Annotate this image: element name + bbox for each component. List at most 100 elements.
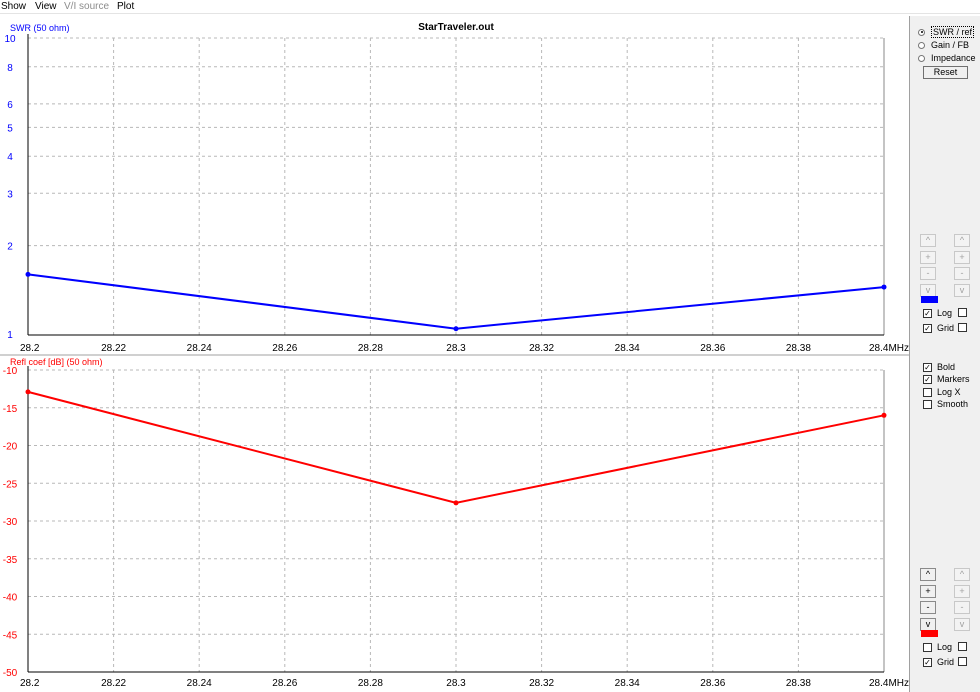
option-checkbox[interactable] bbox=[923, 387, 932, 397]
x-tick-label: 28.3 bbox=[446, 678, 466, 689]
log-label: Log bbox=[937, 308, 953, 318]
option-label: Markers bbox=[937, 374, 970, 384]
y-tick-label: 4 bbox=[7, 152, 13, 163]
bottom-right-zoom-in-button[interactable]: + bbox=[954, 585, 970, 598]
radio-impedance[interactable]: Impedance bbox=[918, 52, 976, 64]
option-label: Log X bbox=[937, 387, 961, 397]
x-tick-label: 28.22 bbox=[101, 678, 126, 689]
radio-label: SWR / ref bbox=[931, 26, 975, 38]
y-axis-title: SWR (50 ohm) bbox=[10, 23, 70, 33]
chart-swr: 28.2 28.22 28.24 28.26 28.28 28.3 28.32 28.34 28… bbox=[4, 22, 909, 354]
top-scroll-up-button[interactable]: ^ bbox=[920, 234, 936, 247]
y-tick-label: -25 bbox=[3, 479, 18, 490]
x-tick-label: 28.34 bbox=[615, 343, 640, 354]
radio-button[interactable] bbox=[918, 41, 925, 49]
bottom-zoom-in-button[interactable]: + bbox=[920, 585, 936, 598]
y-tick-label: 8 bbox=[7, 63, 13, 74]
log-label: Log bbox=[937, 642, 953, 652]
top-right-scroll-down-button[interactable]: v bbox=[954, 284, 970, 297]
x-tick-label: 28.28 bbox=[358, 343, 383, 354]
grid-label: Grid bbox=[937, 323, 955, 333]
bottom-right-zoom-out-button[interactable]: - bbox=[954, 601, 970, 614]
y-tick-label: 2 bbox=[7, 242, 13, 253]
series-color-swatch[interactable] bbox=[921, 630, 938, 637]
chart-title: StarTraveler.out bbox=[418, 22, 494, 33]
grid-checkbox[interactable] bbox=[923, 657, 932, 667]
right-log-checkbox[interactable] bbox=[958, 308, 967, 317]
bottom-right-scroll-down-button[interactable]: v bbox=[954, 618, 970, 631]
option-checkbox[interactable] bbox=[923, 374, 932, 384]
option-markers[interactable]: Markers bbox=[923, 373, 970, 385]
x-tick-label: 28.2 bbox=[20, 678, 40, 689]
x-tick-label: 28.24 bbox=[187, 343, 212, 354]
y-tick-label: 1 bbox=[7, 330, 13, 341]
option-log-x[interactable]: Log X bbox=[923, 386, 961, 398]
top-right-scroll-up-button[interactable]: ^ bbox=[954, 234, 970, 247]
chart-refl-coef: 28.2 28.22 28.24 28.26 28.28 28.3 28.32 28.34 28… bbox=[3, 357, 909, 689]
y-tick-label: 10 bbox=[4, 34, 16, 45]
y-tick-label: -15 bbox=[3, 404, 18, 415]
charts-area: 28.2 28.22 28.24 28.26 28.28 28.3 28.32 28.34 28… bbox=[0, 22, 909, 689]
x-tick-label: 28.36 bbox=[700, 343, 725, 354]
x-tick-label: 28.34 bbox=[615, 678, 640, 689]
right-grid-checkbox[interactable] bbox=[958, 323, 967, 332]
y-tick-label: -50 bbox=[3, 668, 18, 679]
radio-button[interactable] bbox=[918, 54, 925, 62]
x-tick-label: 28.32 bbox=[529, 678, 554, 689]
log-checkbox-row[interactable]: Log bbox=[923, 307, 952, 319]
radio-swr-ref[interactable]: SWR / ref bbox=[918, 26, 975, 38]
y-tick-label: -35 bbox=[3, 555, 18, 566]
bottom-zoom-out-button[interactable]: - bbox=[920, 601, 936, 614]
option-checkbox[interactable] bbox=[923, 399, 932, 409]
radio-gain-fb[interactable]: Gain / FB bbox=[918, 39, 969, 51]
top-zoom-out-button[interactable]: - bbox=[920, 267, 936, 280]
log-checkbox-row[interactable]: Log bbox=[923, 641, 952, 653]
bottom-right-scroll-up-button[interactable]: ^ bbox=[954, 568, 970, 581]
y-tick-label: -45 bbox=[3, 630, 18, 641]
series-color-swatch[interactable] bbox=[921, 296, 938, 303]
x-tick-label: 28.4MHz bbox=[869, 343, 909, 354]
x-tick-label: 28.36 bbox=[700, 678, 725, 689]
x-tick-label: 28.3 bbox=[446, 343, 466, 354]
y-tick-label: 3 bbox=[7, 189, 13, 200]
data-point-marker bbox=[453, 500, 459, 506]
y-tick-label: 6 bbox=[7, 100, 13, 111]
log-checkbox[interactable] bbox=[923, 308, 932, 318]
log-checkbox[interactable] bbox=[923, 642, 932, 652]
y-tick-label: -30 bbox=[3, 517, 18, 528]
grid-checkbox-row[interactable]: Grid bbox=[923, 322, 954, 334]
radio-button[interactable] bbox=[918, 28, 925, 36]
x-tick-label: 28.22 bbox=[101, 343, 126, 354]
grid-checkbox-row[interactable]: Grid bbox=[923, 656, 954, 668]
top-right-zoom-in-button[interactable]: + bbox=[954, 251, 970, 264]
radio-label: Gain / FB bbox=[931, 40, 970, 50]
grid-label: Grid bbox=[937, 657, 955, 667]
reset-button[interactable]: Reset bbox=[923, 66, 968, 79]
grid-checkbox[interactable] bbox=[923, 323, 932, 333]
x-tick-label: 28.26 bbox=[272, 678, 297, 689]
x-tick-label: 28.4MHz bbox=[869, 678, 909, 689]
y-tick-label: -20 bbox=[3, 442, 18, 453]
x-tick-label: 28.24 bbox=[187, 678, 212, 689]
right-log-checkbox[interactable] bbox=[958, 642, 967, 651]
data-point-marker bbox=[881, 284, 887, 290]
x-tick-label: 28.2 bbox=[20, 343, 40, 354]
x-tick-label: 28.38 bbox=[786, 678, 811, 689]
side-panel: SWR / ref Gain / FB Impedance Reset ^ ^ + + - - v v… bbox=[909, 16, 980, 692]
option-bold[interactable]: Bold bbox=[923, 361, 955, 373]
top-right-zoom-out-button[interactable]: - bbox=[954, 267, 970, 280]
y-tick-label: 5 bbox=[7, 123, 13, 134]
x-tick-label: 28.26 bbox=[272, 343, 297, 354]
y-tick-label: -10 bbox=[3, 366, 18, 377]
data-point-marker bbox=[25, 389, 31, 395]
bottom-scroll-up-button[interactable]: ^ bbox=[920, 568, 936, 581]
radio-label: Impedance bbox=[931, 53, 976, 63]
x-tick-label: 28.28 bbox=[358, 678, 383, 689]
option-smooth[interactable]: Smooth bbox=[923, 398, 968, 410]
top-zoom-in-button[interactable]: + bbox=[920, 251, 936, 264]
data-point-marker bbox=[881, 412, 887, 418]
right-grid-checkbox[interactable] bbox=[958, 657, 967, 666]
y-tick-label: -40 bbox=[3, 593, 18, 604]
data-point-marker bbox=[453, 326, 459, 332]
option-checkbox[interactable] bbox=[923, 362, 932, 372]
